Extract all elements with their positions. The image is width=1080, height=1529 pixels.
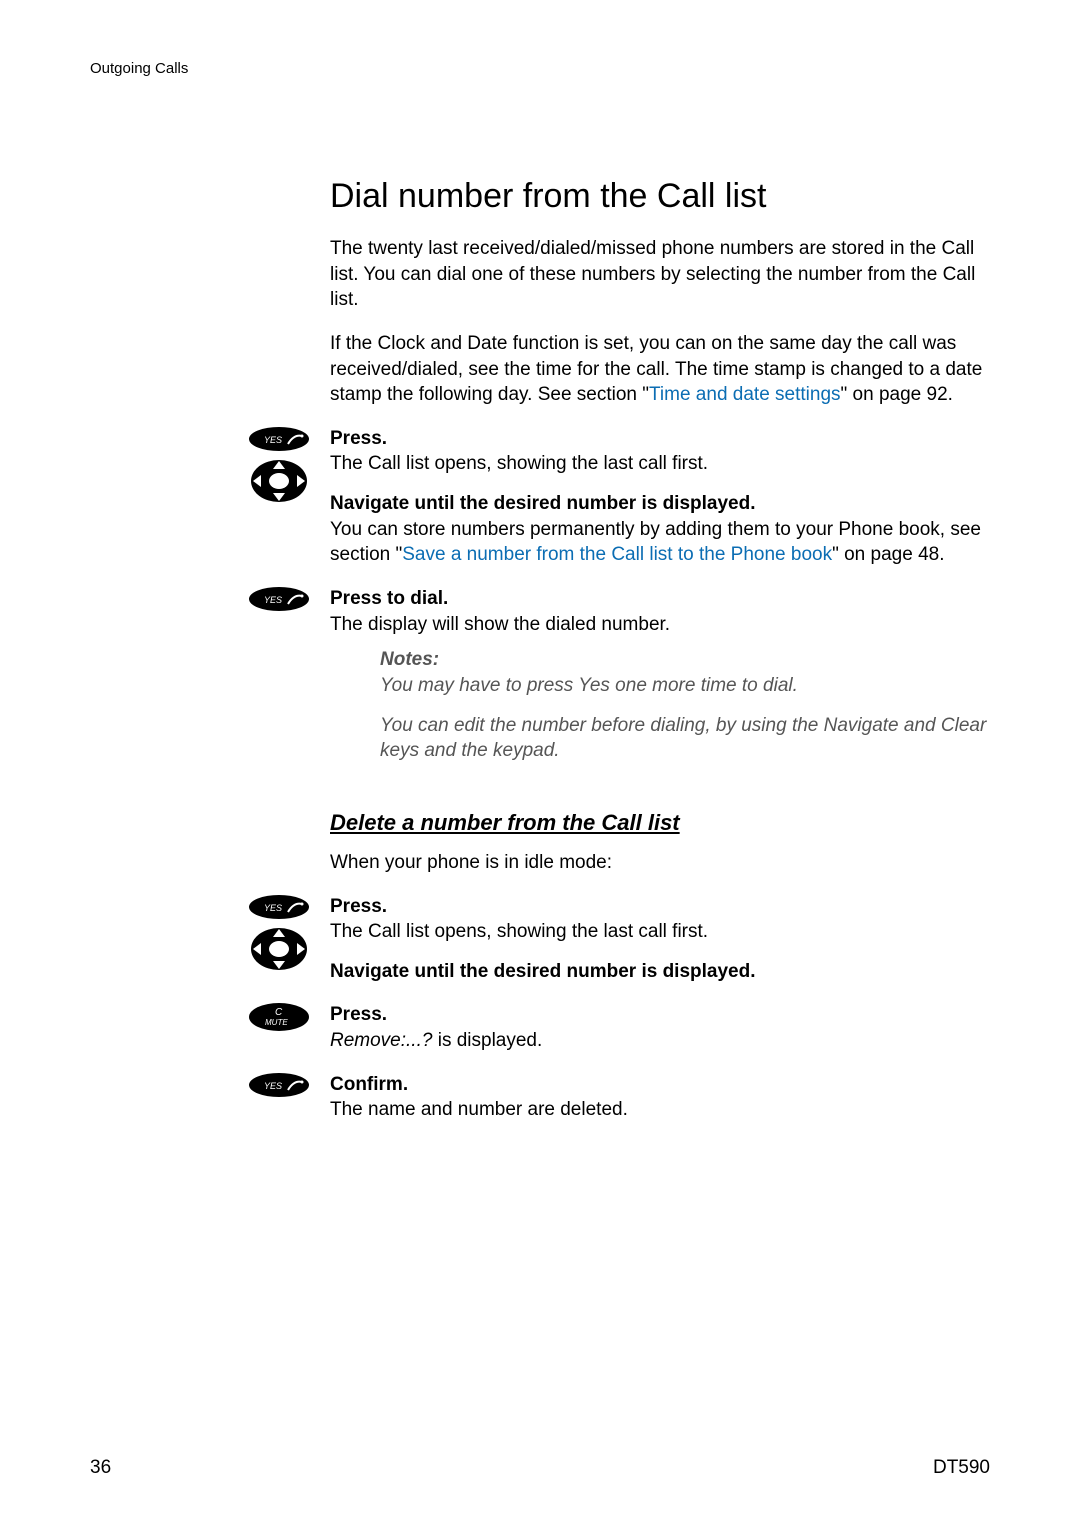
step-action: Press to dial. xyxy=(330,588,448,609)
step-body: The display will show the dialed number. xyxy=(330,612,990,638)
page-footer: 36 DT590 xyxy=(90,1457,990,1479)
c-mute-button-icon: C MUTE xyxy=(248,1002,310,1032)
footer-model: DT590 xyxy=(933,1457,990,1479)
yes-button-icon: YES xyxy=(248,894,310,920)
sub-intro: When your phone is in idle mode: xyxy=(330,850,990,876)
icon-column: YES xyxy=(90,426,330,504)
svg-text:YES: YES xyxy=(264,1081,282,1091)
svg-text:C: C xyxy=(275,1007,283,1018)
step-body: You can store numbers permanently by add… xyxy=(330,517,990,568)
delete-step-press-open: YES Press. The Call list xyxy=(330,894,990,985)
note-1: You may have to press Yes one more time … xyxy=(380,675,798,696)
svg-text:YES: YES xyxy=(264,435,282,445)
intro-paragraph-2: If the Clock and Date function is set, y… xyxy=(330,331,990,408)
time-date-settings-link[interactable]: Time and date settings xyxy=(649,384,841,405)
notes-label: Notes: xyxy=(380,649,439,670)
save-number-link[interactable]: Save a number from the Call list to the … xyxy=(402,544,832,565)
document-page: Outgoing Calls Dial number from the Call… xyxy=(0,0,1080,1529)
svg-text:YES: YES xyxy=(264,903,282,913)
icon-column: C MUTE xyxy=(90,1002,330,1032)
page-title: Dial number from the Call list xyxy=(330,177,990,216)
icon-column: YES xyxy=(90,894,330,972)
notes-block: Notes: You may have to press Yes one more… xyxy=(380,647,990,764)
delete-step-press-mute: C MUTE Press. Remove:...? is displayed. xyxy=(330,1002,990,1053)
running-header: Outgoing Calls xyxy=(90,60,990,77)
yes-button-icon: YES xyxy=(248,426,310,452)
step-action: Press. xyxy=(330,896,387,917)
icon-column: YES xyxy=(90,586,330,612)
step-action: Navigate until the desired number is dis… xyxy=(330,493,756,514)
main-content: Dial number from the Call list The twent… xyxy=(330,177,990,1123)
yes-button-icon: YES xyxy=(248,586,310,612)
icon-column: YES xyxy=(90,1072,330,1098)
navigate-button-icon xyxy=(249,926,309,972)
svg-text:YES: YES xyxy=(264,595,282,605)
intro-text-end: " on page 92. xyxy=(841,384,953,405)
step-body: Remove:...? is displayed. xyxy=(330,1028,990,1054)
step-action: Confirm. xyxy=(330,1074,408,1095)
yes-button-icon: YES xyxy=(248,1072,310,1098)
step-action: Press. xyxy=(330,1004,387,1025)
step-press-open: YES Press. The Call list xyxy=(330,426,990,568)
svg-text:MUTE: MUTE xyxy=(265,1018,288,1027)
step-action: Press. xyxy=(330,428,387,449)
delete-step-confirm: YES Confirm. The name and number are del… xyxy=(330,1072,990,1123)
step-press-dial: YES Press to dial. The display will show… xyxy=(330,586,990,778)
intro-paragraph-1: The twenty last received/dialed/missed p… xyxy=(330,236,990,313)
page-number: 36 xyxy=(90,1457,111,1479)
subsection-heading: Delete a number from the Call list xyxy=(330,810,990,836)
step-action: Navigate until the desired number is dis… xyxy=(330,961,756,982)
navigate-button-icon xyxy=(249,458,309,504)
step-body: The Call list opens, showing the last ca… xyxy=(330,919,990,945)
step-body: The name and number are deleted. xyxy=(330,1097,990,1123)
note-2: You can edit the number before dialing, … xyxy=(380,713,990,764)
step-body: The Call list opens, showing the last ca… xyxy=(330,451,990,477)
